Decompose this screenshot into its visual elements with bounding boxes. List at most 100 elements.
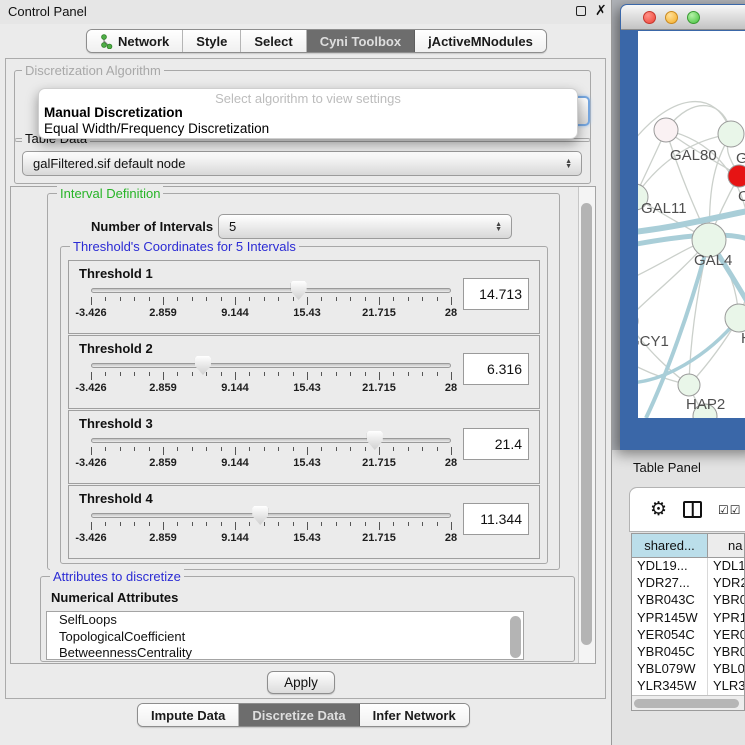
tick-label: -3.426 (75, 457, 106, 469)
table-row[interactable]: YDL19...YDL1 (632, 558, 744, 575)
tab-label: Discretize Data (252, 708, 345, 723)
cell-name[interactable]: YBL0 (708, 661, 744, 678)
cell-shared-name[interactable]: YBR043C (632, 592, 708, 609)
table-row[interactable]: YDR27...YDR2 (632, 575, 744, 592)
table-row[interactable]: YLR345WYLR3 (632, 678, 744, 695)
algorithm-group-label: Discretization Algorithm (22, 63, 164, 78)
hscrollbar-thumb[interactable] (634, 699, 739, 708)
table-row[interactable]: YBR045CYBR0 (632, 644, 744, 661)
settings-scrollbar[interactable] (578, 187, 595, 663)
threshold-value-field[interactable]: 21.4 (463, 428, 529, 460)
threshold-slider[interactable] (91, 363, 451, 368)
network-node[interactable] (718, 121, 744, 147)
network-node[interactable] (725, 304, 745, 332)
close-icon[interactable]: ✗ (595, 2, 607, 19)
table-row[interactable]: YBL079WYBL0 (632, 661, 744, 678)
network-canvas[interactable]: GAL80GAGAL11CGAL4GCY1HHAP2 (638, 31, 745, 418)
network-window: GAL80GAGAL11CGAL4GCY1HHAP2 (620, 4, 745, 450)
network-window-titlebar[interactable] (621, 5, 745, 30)
cell-name[interactable]: YDR2 (708, 575, 744, 592)
apply-button[interactable]: Apply (267, 671, 335, 694)
table-panel-title: Table Panel (633, 460, 701, 475)
table-data-combobox[interactable]: galFiltered.sif default node ▲▼ (22, 151, 582, 176)
tab-select[interactable]: Select (241, 30, 306, 52)
scrollbar-thumb[interactable] (581, 203, 592, 645)
network-node[interactable] (654, 118, 678, 142)
tab-discretize-data[interactable]: Discretize Data (239, 704, 359, 726)
checkboxes-icon[interactable]: ☑☑ (718, 503, 742, 517)
network-node-label: GAL11 (641, 200, 687, 217)
cell-shared-name[interactable]: YDR27... (632, 575, 708, 592)
threshold-value-field[interactable]: 11.344 (463, 503, 529, 535)
tick-label: 21.715 (362, 307, 396, 319)
split-columns-icon[interactable] (683, 501, 702, 518)
algorithm-dropdown-popup: Select algorithm to view settings Manual… (38, 88, 578, 139)
num-intervals-combobox[interactable]: 5 ▲▼ (218, 214, 512, 239)
cell-name[interactable]: YBR0 (708, 592, 744, 609)
cell-shared-name[interactable]: YBL079W (632, 661, 708, 678)
list-scrollbar-thumb[interactable] (510, 616, 521, 658)
table-row[interactable]: YBR043CYBR0 (632, 592, 744, 609)
slider-tick-labels: -3.4262.8599.14415.4321.71528 (91, 382, 451, 395)
threshold-label: Threshold 1 (79, 266, 153, 281)
tick-label: 2.859 (149, 532, 177, 544)
network-node[interactable] (728, 165, 745, 187)
tick-label: 9.144 (221, 457, 249, 469)
threshold-slider[interactable] (91, 288, 451, 293)
threshold-slider[interactable] (91, 438, 451, 443)
list-item[interactable]: SelfLoops (47, 612, 523, 629)
tab-style[interactable]: Style (183, 30, 241, 52)
zoom-traffic-light[interactable] (687, 11, 700, 24)
table-data-combobox-value: galFiltered.sif default node (33, 156, 185, 171)
tick-label: -3.426 (75, 307, 106, 319)
column-header-shared-name[interactable]: shared... (632, 534, 708, 557)
threshold-value-field[interactable]: 14.713 (463, 278, 529, 310)
list-item[interactable]: TopologicalCoefficient (47, 629, 523, 646)
cell-name[interactable]: YER0 (708, 627, 744, 644)
cell-shared-name[interactable]: YER054C (632, 627, 708, 644)
cell-name[interactable]: YPR1 (708, 610, 744, 627)
combobox-stepper-icon: ▲▼ (565, 159, 572, 169)
gear-icon[interactable]: ⚙ (650, 500, 667, 519)
slider-ticks (91, 372, 451, 381)
network-node-label: H (741, 330, 745, 347)
cell-name[interactable]: YBR0 (708, 644, 744, 661)
cell-name[interactable]: YDL1 (708, 558, 744, 575)
tab-label: Impute Data (151, 708, 225, 723)
tick-label: 28 (445, 532, 457, 544)
list-item[interactable]: BetweennessCentrality (47, 645, 523, 660)
close-traffic-light[interactable] (643, 11, 656, 24)
tab-cyni-toolbox[interactable]: Cyni Toolbox (307, 30, 415, 52)
network-node-label: GAL4 (694, 252, 732, 269)
tab-impute-data[interactable]: Impute Data (138, 704, 239, 726)
cell-name[interactable]: YLR3 (708, 678, 744, 695)
minimize-traffic-light[interactable] (665, 11, 678, 24)
network-node-label: GA (736, 150, 745, 167)
network-node-label: GCY1 (638, 333, 669, 350)
cell-shared-name[interactable]: YDL19... (632, 558, 708, 575)
tab-network[interactable]: Network (87, 30, 183, 52)
threshold-slider[interactable] (91, 513, 451, 518)
tick-label: 15.43 (293, 457, 321, 469)
tab-infer-network[interactable]: Infer Network (360, 704, 469, 726)
interval-definition-label: Interval Definition (57, 186, 163, 201)
table-row[interactable]: YPR145WYPR1 (632, 610, 744, 627)
tab-jactivemnodules[interactable]: jActiveMNodules (415, 30, 546, 52)
column-header-name[interactable]: na (708, 534, 744, 557)
cell-shared-name[interactable]: YBR045C (632, 644, 708, 661)
dropdown-item-manual-discretization[interactable]: Manual Discretization (44, 105, 183, 120)
threshold-label: Threshold 2 (79, 341, 153, 356)
cell-shared-name[interactable]: YLR345W (632, 678, 708, 695)
float-icon[interactable] (576, 6, 586, 16)
control-panel: Control Panel ✗ Network Style Select Cyn… (0, 0, 612, 745)
tick-label: 9.144 (221, 382, 249, 394)
tick-label: 9.144 (221, 532, 249, 544)
dropdown-item-equal-width[interactable]: Equal Width/Frequency Discretization (44, 121, 269, 136)
table-row[interactable]: YER054CYER0 (632, 627, 744, 644)
threshold-value-field[interactable]: 6.316 (463, 353, 529, 385)
cell-shared-name[interactable]: YPR145W (632, 610, 708, 627)
network-node[interactable] (678, 374, 700, 396)
table-hscrollbar[interactable] (632, 695, 745, 710)
tick-label: 21.715 (362, 382, 396, 394)
tab-label: Style (196, 34, 227, 49)
